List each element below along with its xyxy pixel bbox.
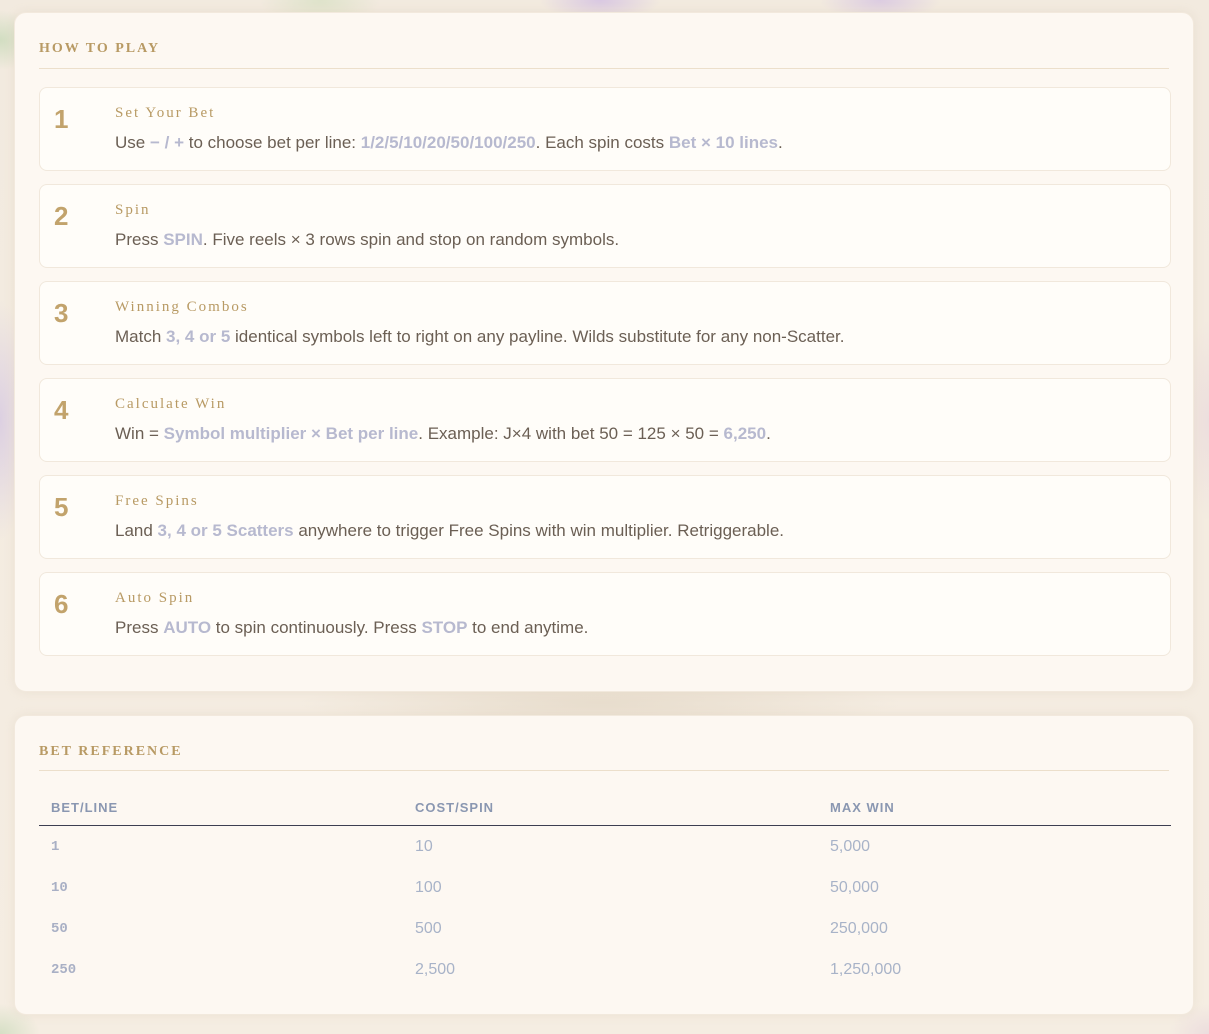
- step-description: Press SPIN. Five reels × 3 rows spin and…: [115, 230, 619, 250]
- highlight-text: AUTO: [163, 618, 212, 637]
- cost-spin-cell: 100: [415, 878, 442, 896]
- description-text: to end anytime.: [467, 618, 589, 637]
- step-number: 2: [54, 201, 69, 231]
- max-win-cell: 1,250,000: [830, 960, 902, 978]
- cost-spin-cell: 10: [415, 837, 433, 855]
- description-text: .: [766, 424, 771, 443]
- step-number: 1: [54, 104, 69, 134]
- how-to-play-title: HOW TO PLAY: [39, 41, 161, 56]
- description-text: Match: [115, 327, 167, 346]
- description-text: identical symbols left to right on any p…: [230, 327, 845, 346]
- description-text: anywhere to trigger Free Spins with win …: [293, 521, 785, 540]
- max-win-cell: 5,000: [830, 837, 871, 855]
- step-description: Match 3, 4 or 5 identical symbols left t…: [115, 327, 845, 347]
- table-row: 10 100 50,000: [39, 867, 1171, 908]
- highlight-text: − / +: [149, 133, 184, 152]
- table-row: 50 500 250,000: [39, 908, 1171, 949]
- step-description: Land 3, 4 or 5 Scatters anywhere to trig…: [115, 521, 784, 541]
- description-text: Use: [115, 133, 150, 152]
- step-description: Win = Symbol multiplier × Bet per line. …: [115, 424, 771, 444]
- description-text: . Five reels × 3 rows spin and stop on r…: [202, 230, 620, 249]
- step-number: 6: [54, 589, 69, 619]
- step-number: 5: [54, 492, 69, 522]
- step-number: 3: [54, 298, 69, 328]
- bet-line-cell: 1: [51, 838, 60, 855]
- step-card: 3 Winning Combos Match 3, 4 or 5 identical…: [39, 281, 1171, 365]
- step-title: Set Your Bet: [115, 105, 216, 121]
- step-card: 6 Auto Spin Press AUTO to spin continuousl…: [39, 572, 1171, 656]
- description-text: to spin continuously. Press: [211, 618, 422, 637]
- bet-line-cell: 250: [51, 961, 77, 978]
- highlight-text: STOP: [421, 618, 468, 637]
- step-title: Free Spins: [115, 493, 199, 509]
- max-win-cell: 250,000: [830, 919, 888, 937]
- divider: [39, 770, 1169, 771]
- table-row: 1 10 5,000: [39, 826, 1171, 868]
- table-body: 1 10 5,000 10 100 50,000 50 500 250,000 250 2,500 1…: [39, 826, 1171, 991]
- bet-line-cell: 50: [51, 920, 68, 937]
- highlight-text: 3, 4 or 5: [166, 327, 231, 346]
- description-text: Press: [115, 618, 164, 637]
- cost-spin-cell: 2,500: [415, 960, 456, 978]
- highlight-text: 1/2/5/10/20/50/100/250: [360, 133, 536, 152]
- cost-spin-cell: 500: [415, 919, 442, 937]
- description-text: Win =: [115, 424, 164, 443]
- bet-reference-card: BET REFERENCE BET/LINE COST/SPIN MAX WIN…: [14, 715, 1194, 1015]
- table-header-row: BET/LINE COST/SPIN MAX WIN: [39, 796, 1171, 826]
- step-title: Calculate Win: [115, 396, 227, 412]
- step-title: Winning Combos: [115, 299, 249, 315]
- description-text: . Each spin costs: [535, 133, 669, 152]
- highlight-text: 3, 4 or 5 Scatters: [157, 521, 294, 540]
- bet-reference-table: BET/LINE COST/SPIN MAX WIN 1 10 5,000 10 100…: [39, 796, 1171, 990]
- description-text: Land: [115, 521, 158, 540]
- step-card: 5 Free Spins Land 3, 4 or 5 Scatters anywh…: [39, 475, 1171, 559]
- steps-list: 1 Set Your Bet Use − / + to choose bet per…: [39, 87, 1171, 669]
- bet-reference-title: BET REFERENCE: [39, 744, 183, 759]
- step-title: Spin: [115, 202, 151, 218]
- highlight-text: Symbol multiplier × Bet per line: [163, 424, 419, 443]
- step-description: Use − / + to choose bet per line: 1/2/5/…: [115, 133, 783, 153]
- column-header-cost-spin: COST/SPIN: [403, 796, 818, 826]
- description-text: . Example: J×4 with bet 50 = 125 × 50 =: [418, 424, 724, 443]
- divider: [39, 68, 1169, 69]
- how-to-play-card: HOW TO PLAY 1 Set Your Bet Use − / + to ch…: [14, 12, 1194, 692]
- step-description: Press AUTO to spin continuously. Press S…: [115, 618, 588, 638]
- column-header-bet-line: BET/LINE: [39, 796, 403, 826]
- description-text: Press: [115, 230, 164, 249]
- step-card: 1 Set Your Bet Use − / + to choose bet per…: [39, 87, 1171, 171]
- step-card: 4 Calculate Win Win = Symbol multiplier × …: [39, 378, 1171, 462]
- highlight-text: 6,250: [723, 424, 767, 443]
- step-number: 4: [54, 395, 69, 425]
- description-text: to choose bet per line:: [184, 133, 361, 152]
- description-text: .: [778, 133, 783, 152]
- step-title: Auto Spin: [115, 590, 195, 606]
- highlight-text: SPIN: [163, 230, 203, 249]
- bet-line-cell: 10: [51, 879, 68, 896]
- table-row: 250 2,500 1,250,000: [39, 949, 1171, 990]
- column-header-max-win: MAX WIN: [818, 796, 1171, 826]
- highlight-text: Bet × 10 lines: [668, 133, 778, 152]
- step-card: 2 Spin Press SPIN. Five reels × 3 rows spi…: [39, 184, 1171, 268]
- max-win-cell: 50,000: [830, 878, 879, 896]
